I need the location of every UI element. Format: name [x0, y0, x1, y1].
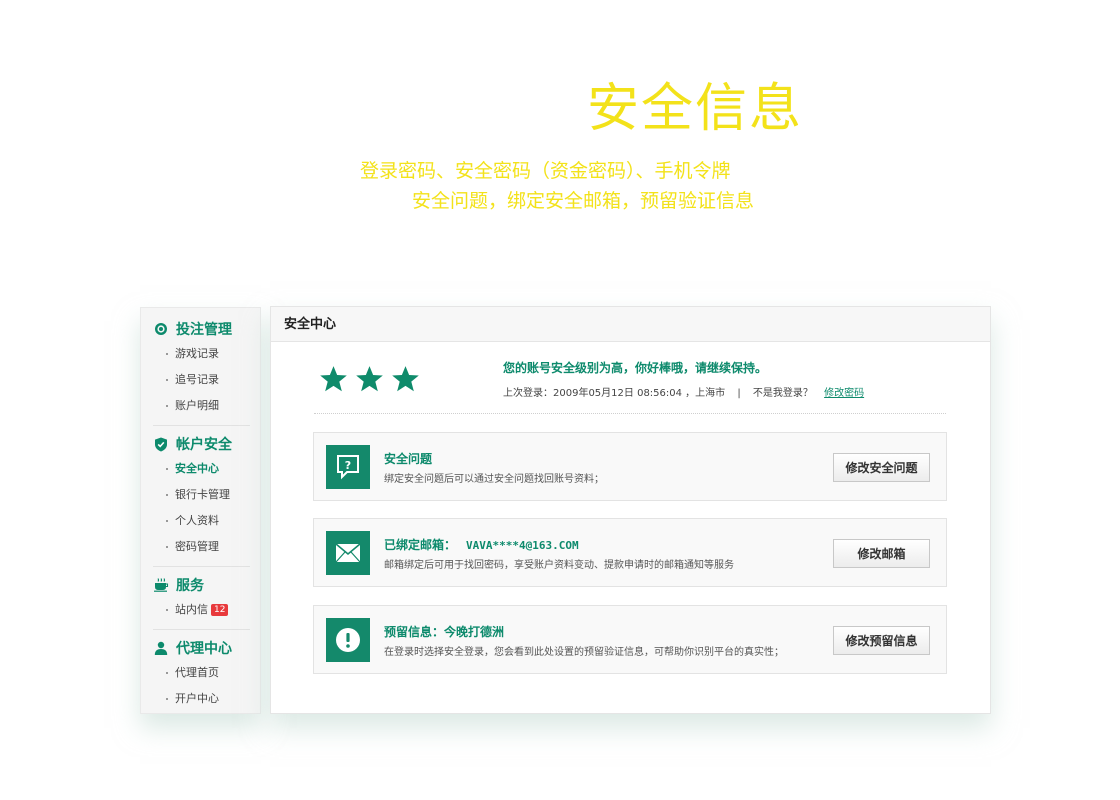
- sidebar-group-betting: 投注管理 游戏记录 追号记录 账户明细: [141, 317, 260, 419]
- change-password-link[interactable]: 修改密码: [824, 388, 864, 399]
- not-me-text: 不是我登录？: [752, 388, 813, 399]
- sidebar-group-service: 服务 站内信 12: [141, 573, 260, 623]
- coffee-cup-icon: [153, 577, 169, 593]
- bound-email-value: VAVA****4@163.COM: [466, 539, 579, 552]
- svg-text:?: ?: [345, 459, 351, 472]
- card-title: 安全问题: [384, 452, 433, 466]
- sidebar-group-security: 帐户安全 安全中心 银行卡管理 个人资料 密码管理: [141, 432, 260, 560]
- shield-icon: [153, 436, 169, 452]
- sidebar-item-password-management[interactable]: 密码管理: [153, 534, 260, 560]
- question-icon: ?: [326, 445, 370, 489]
- sidebar-group-title: 代理中心: [176, 641, 232, 657]
- sidebar-item-bank-cards[interactable]: 银行卡管理: [153, 482, 260, 508]
- security-center-panel: 安全中心 您的账号安全级别为高，你好棒哦，请继续保持。 上次登录：2009年05…: [270, 306, 991, 714]
- sidebar: 投注管理 游戏记录 追号记录 账户明细 帐户安全 安全中心 银行卡管理 个人资料…: [140, 307, 261, 714]
- sidebar-item-profile[interactable]: 个人资料: [153, 508, 260, 534]
- sidebar-item-game-records[interactable]: 游戏记录: [153, 341, 260, 367]
- last-login-info: 上次登录：2009年05月12日 08:56:04 ，上海市 | 不是我登录？ …: [503, 384, 864, 399]
- sidebar-group-title: 帐户安全: [176, 437, 232, 453]
- security-question-card: ? 安全问题 绑定安全问题后可以通过安全问题找回账号资料； 修改安全问题: [313, 432, 947, 501]
- card-description: 绑定安全问题后可以通过安全问题找回账号资料；: [384, 474, 604, 485]
- panel-title: 安全中心: [271, 307, 990, 342]
- dotted-divider: [314, 413, 946, 414]
- sidebar-divider: [153, 629, 250, 630]
- sidebar-item-agent-home[interactable]: 代理首页: [153, 660, 260, 686]
- envelope-icon: [326, 531, 370, 575]
- sidebar-group-heading[interactable]: 帐户安全: [153, 432, 260, 456]
- change-email-button[interactable]: 修改邮箱: [833, 539, 930, 568]
- star-icon: [392, 366, 419, 392]
- hero-subtitle-line1: 登录密码、安全密码（资金密码）、手机令牌: [360, 160, 731, 182]
- sidebar-item-inbox[interactable]: 站内信 12: [153, 597, 260, 623]
- target-icon: [153, 321, 169, 337]
- sidebar-item-account-details[interactable]: 账户明细: [153, 393, 260, 419]
- reserved-info-card: 预留信息：今晚打德洲 在登录时选择安全登录，您会看到此处设置的预留验证信息，可帮…: [313, 605, 947, 674]
- security-level-text: 您的账号安全级别为高，你好棒哦，请继续保持。: [503, 361, 768, 375]
- sidebar-divider: [153, 566, 250, 567]
- user-icon: [153, 640, 169, 656]
- unread-count-badge: 12: [211, 604, 229, 616]
- hero-title: 安全信息: [586, 79, 803, 139]
- sidebar-group-heading[interactable]: 服务: [153, 573, 260, 597]
- separator: |: [737, 388, 741, 399]
- sidebar-group-title: 投注管理: [176, 322, 232, 338]
- sidebar-group-heading[interactable]: 投注管理: [153, 317, 260, 341]
- star-icon: [320, 366, 347, 392]
- card-description: 在登录时选择安全登录，您会看到此处设置的预留验证信息，可帮助你识别平台的真实性；: [384, 647, 784, 658]
- change-security-question-button[interactable]: 修改安全问题: [833, 453, 930, 482]
- sidebar-item-security-center[interactable]: 安全中心: [153, 456, 260, 482]
- exclamation-icon: [326, 618, 370, 662]
- last-login-text: 上次登录：2009年05月12日 08:56:04 ，上海市: [503, 388, 726, 399]
- card-title: 预留信息：今晚打德洲: [384, 625, 505, 639]
- sidebar-item-chase-records[interactable]: 追号记录: [153, 367, 260, 393]
- bound-email-card: 已绑定邮箱： VAVA****4@163.COM 邮箱绑定后可用于找回密码，享受账…: [313, 518, 947, 587]
- sidebar-group-title: 服务: [176, 578, 204, 594]
- sidebar-group-heading[interactable]: 代理中心: [153, 636, 260, 660]
- security-level-stars: [319, 365, 420, 393]
- hero-subtitle-line2: 安全问题，绑定安全邮箱，预留验证信息: [412, 190, 755, 212]
- star-icon: [356, 366, 383, 392]
- card-title: 已绑定邮箱： VAVA****4@163.COM: [384, 536, 579, 553]
- sidebar-item-account-opening[interactable]: 开户中心: [153, 686, 260, 712]
- sidebar-divider: [153, 425, 250, 426]
- card-description: 邮箱绑定后可用于找回密码，享受账户资料变动、提款申请时的邮箱通知等服务: [384, 560, 734, 571]
- card-title-label: 已绑定邮箱：: [384, 538, 457, 552]
- change-reserved-info-button[interactable]: 修改预留信息: [833, 626, 930, 655]
- sidebar-group-agent: 代理中心 代理首页 开户中心: [141, 636, 260, 712]
